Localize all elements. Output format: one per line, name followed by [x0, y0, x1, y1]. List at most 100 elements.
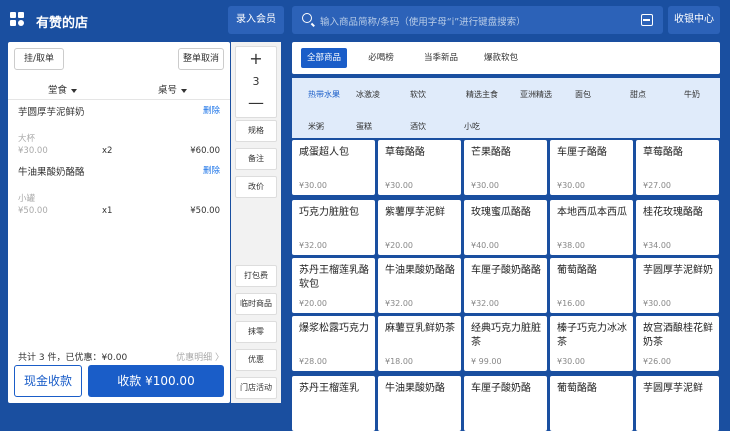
quantity-stepper: + 3 — — [235, 46, 277, 118]
tools-column: + 3 — 规格 备注 改价 打包费 临时商品 抹零 优惠 门店活动 — [231, 42, 281, 403]
table-select[interactable]: 桌号 — [158, 82, 188, 96]
product-name: 车厘子酸奶酪酪 — [471, 265, 541, 276]
product-card[interactable]: 车厘子酪酪 ¥30.00 — [550, 140, 633, 195]
product-card[interactable]: 巧克力脏脏包 ¥32.00 — [292, 200, 375, 255]
category-item[interactable]: 米粥 — [308, 121, 324, 132]
product-card[interactable]: 草莓酪酪 ¥30.00 — [378, 140, 461, 195]
product-price: ¥30.00 — [471, 181, 499, 190]
discount-button[interactable]: 优惠 — [235, 349, 277, 371]
product-price: ¥30.00 — [643, 299, 671, 308]
product-card[interactable]: 紫薯厚芋泥鲜 ¥20.00 — [378, 200, 461, 255]
product-card[interactable]: 牛油果酸奶酪酪 ¥32.00 — [378, 258, 461, 313]
search-input[interactable]: 输入商品简称/条码（使用字母“i”进行键盘搜索） — [292, 6, 663, 34]
product-card[interactable]: 玫瑰蜜瓜酪酪 ¥40.00 — [464, 200, 547, 255]
search-placeholder: 输入商品简称/条码（使用字母“i”进行键盘搜索） — [320, 17, 526, 28]
product-card[interactable]: 牛油果酸奶酪 — [378, 376, 461, 431]
item-name: 牛油果酸奶酪酪 — [18, 167, 85, 178]
product-name: 葡萄酪酪 — [557, 265, 597, 276]
change-price-button[interactable]: 改价 — [235, 176, 277, 198]
hang-order-button[interactable]: 挂/取单 — [14, 48, 64, 70]
tab-new-season[interactable]: 当季新品 — [416, 48, 466, 68]
product-name: 麻薯豆乳鲜奶茶 — [385, 323, 455, 334]
top-bar: 有赞的店 录入会员 输入商品简称/条码（使用字母“i”进行键盘搜索） 收银中心 — [0, 0, 730, 40]
product-card[interactable]: 麻薯豆乳鲜奶茶 ¥18.00 — [378, 316, 461, 371]
search-icon — [302, 13, 312, 23]
shop-name: 有赞的店 — [36, 16, 89, 31]
product-name: 经典巧克力脏脏茶 — [471, 323, 541, 348]
minus-button[interactable]: — — [236, 93, 276, 112]
product-card[interactable]: 芒果酪酪 ¥30.00 — [464, 140, 547, 195]
product-card[interactable]: 车厘子酸奶酪酪 ¥32.00 — [464, 258, 547, 313]
order-item[interactable]: 芋圆厚芋泥鲜奶 删除 大杯 ¥30.00 x2 ¥60.00 — [8, 104, 230, 160]
category-item[interactable]: 精选主食 — [466, 89, 498, 100]
category-item[interactable]: 热带水果 — [308, 89, 340, 100]
product-price: ¥27.00 — [643, 181, 671, 190]
product-price: ¥38.00 — [557, 241, 585, 250]
dine-row: 堂食 桌号 — [8, 78, 230, 100]
product-price: ¥20.00 — [385, 241, 413, 250]
product-card[interactable]: 芋圆厚芋泥鲜奶 ¥30.00 — [636, 258, 719, 313]
tab-hot-bread[interactable]: 爆款软包 — [476, 48, 526, 68]
product-price: ¥18.00 — [385, 357, 413, 366]
checkout-button[interactable]: 收款 ¥100.00 — [88, 365, 224, 397]
category-item[interactable]: 牛奶 — [684, 89, 700, 100]
product-name: 榛子巧克力冰冰茶 — [557, 323, 627, 348]
product-name: 车厘子酸奶酪 — [471, 383, 531, 394]
product-tabs: 全部商品 必喝榜 当季新品 爆款软包 — [292, 42, 720, 74]
product-name: 葡萄酪酪 — [557, 383, 597, 394]
product-card[interactable]: 故宫酒酿桂花鲜奶茶 ¥26.00 — [636, 316, 719, 371]
product-card[interactable]: 苏丹王榴莲乳酪软包 ¥20.00 — [292, 258, 375, 313]
product-price: ¥30.00 — [557, 181, 585, 190]
product-card[interactable]: 葡萄酪酪 — [550, 376, 633, 431]
product-card[interactable]: 经典巧克力脏脏茶 ¥ 99.00 — [464, 316, 547, 371]
category-item[interactable]: 面包 — [575, 89, 591, 100]
cash-payment-button[interactable]: 现金收款 — [14, 365, 82, 397]
category-item[interactable]: 酒饮 — [410, 121, 426, 132]
dine-type-select[interactable]: 堂食 — [48, 82, 78, 96]
product-card[interactable]: 榛子巧克力冰冰茶 ¥30.00 — [550, 316, 633, 371]
item-sum: ¥50.00 — [190, 206, 220, 216]
chevron-down-icon — [71, 88, 78, 93]
product-card[interactable]: 葡萄酪酪 ¥16.00 — [550, 258, 633, 313]
product-name: 车厘子酪酪 — [557, 147, 607, 158]
category-item[interactable]: 甜点 — [630, 89, 646, 100]
product-name: 本地西瓜本西瓜 — [557, 207, 627, 218]
temp-product-button[interactable]: 临时商品 — [235, 293, 277, 315]
delete-button[interactable]: 删除 — [203, 164, 220, 176]
scan-icon[interactable] — [641, 14, 653, 26]
category-item[interactable]: 蛋糕 — [356, 121, 372, 132]
summary-text: 共计 3 件，已优惠：¥0.00 — [18, 353, 128, 363]
product-card[interactable]: 本地西瓜本西瓜 ¥38.00 — [550, 200, 633, 255]
product-card[interactable]: 咸蛋超人包 ¥30.00 — [292, 140, 375, 195]
tab-must-drink[interactable]: 必喝榜 — [358, 48, 404, 68]
category-item[interactable]: 冰激凌 — [356, 89, 380, 100]
item-spec: 大杯 — [18, 134, 36, 144]
spec-button[interactable]: 规格 — [235, 120, 277, 142]
order-item[interactable]: 牛油果酸奶酪酪 删除 小罐 ¥50.00 x1 ¥50.00 — [8, 164, 230, 220]
store-activity-button[interactable]: 门店活动 — [235, 377, 277, 399]
round-off-button[interactable]: 抹零 — [235, 321, 277, 343]
packing-fee-button[interactable]: 打包费 — [235, 265, 277, 287]
tab-all-products[interactable]: 全部商品 — [301, 48, 347, 68]
product-card[interactable]: 车厘子酸奶酪 — [464, 376, 547, 431]
category-item[interactable]: 亚洲精选 — [520, 89, 552, 100]
product-card[interactable]: 草莓酪酪 ¥27.00 — [636, 140, 719, 195]
product-card[interactable]: 爆浆松露巧克力 ¥28.00 — [292, 316, 375, 371]
cancel-order-button[interactable]: 整单取消 — [178, 48, 224, 70]
category-item[interactable]: 小吃 — [464, 121, 480, 132]
item-spec: 小罐 — [18, 194, 36, 204]
note-button[interactable]: 备注 — [235, 148, 277, 170]
add-member-button[interactable]: 录入会员 — [228, 6, 284, 34]
discount-detail-link[interactable]: 优惠明细 〉 — [176, 350, 224, 363]
plus-button[interactable]: + — [236, 49, 276, 68]
category-item[interactable]: 软饮 — [410, 89, 426, 100]
delete-button[interactable]: 删除 — [203, 104, 220, 116]
quantity-value: 3 — [252, 75, 260, 88]
product-price: ¥30.00 — [557, 357, 585, 366]
product-price: ¥34.00 — [643, 241, 671, 250]
product-card[interactable]: 桂花玫瑰酪酪 ¥34.00 — [636, 200, 719, 255]
cashier-center-button[interactable]: 收银中心 — [668, 6, 720, 34]
product-card[interactable]: 苏丹王榴莲乳 — [292, 376, 375, 431]
product-name: 牛油果酸奶酪 — [385, 383, 445, 394]
product-card[interactable]: 芋圆厚芋泥鲜 — [636, 376, 719, 431]
